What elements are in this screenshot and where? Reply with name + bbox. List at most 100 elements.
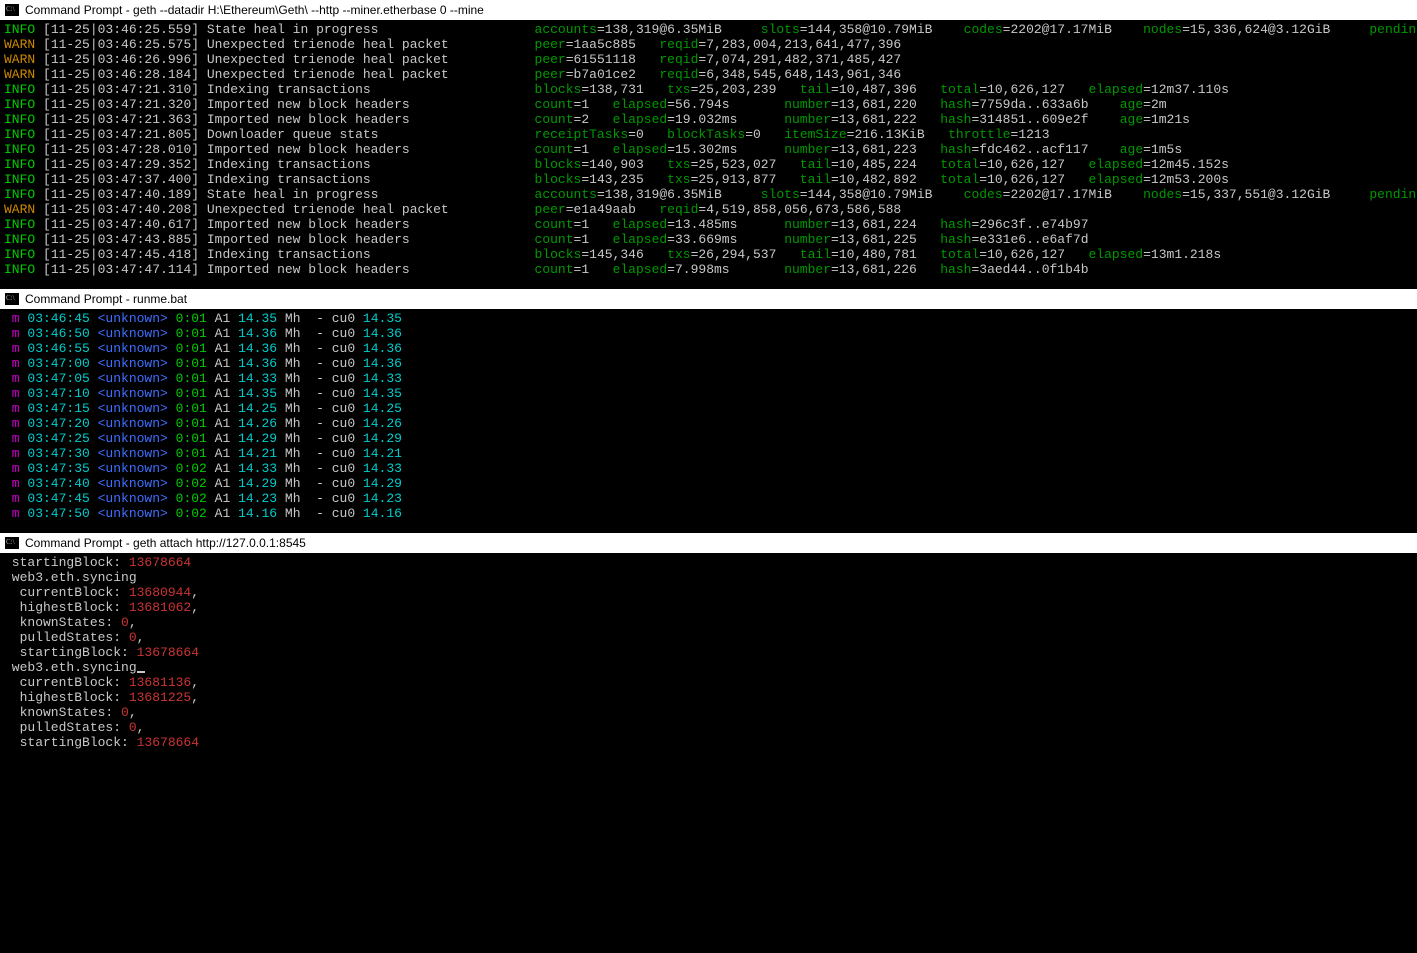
- equals: =: [667, 142, 675, 157]
- log-key: total: [940, 247, 979, 262]
- result-key: currentBlock:: [4, 675, 129, 690]
- result-value: 13678664: [137, 645, 199, 660]
- equals: =: [1182, 22, 1190, 37]
- log-value: 19.032ms: [675, 112, 784, 127]
- log-message: Unexpected trienode heal packet: [207, 67, 535, 82]
- terminal-miner[interactable]: m 03:46:45 <unknown> 0:01 A1 14.35 Mh - …: [0, 309, 1417, 523]
- miner-token: <unknown>: [98, 326, 176, 341]
- miner-token: - cu0: [308, 476, 363, 491]
- equals: =: [831, 82, 839, 97]
- log-line: WARN [11-25|03:46:26.996] Unexpected tri…: [4, 52, 1413, 67]
- log-key: hash: [940, 142, 971, 157]
- miner-token: - cu0: [308, 386, 363, 401]
- result-key: highestBlock:: [4, 690, 129, 705]
- log-value: 10,626,127: [987, 157, 1088, 172]
- miner-token: m: [4, 461, 27, 476]
- miner-token: <unknown>: [98, 461, 176, 476]
- log-value: e331e6..e6af7d: [979, 232, 1104, 247]
- log-value: 138,731: [589, 82, 667, 97]
- log-key: tail: [800, 247, 831, 262]
- miner-token: Mh: [277, 506, 308, 521]
- log-line: WARN [11-25|03:47:40.208] Unexpected tri…: [4, 202, 1413, 217]
- comma: ,: [191, 585, 199, 600]
- log-value: 61551118: [574, 52, 660, 67]
- equals: =: [581, 157, 589, 172]
- miner-token: 0:01: [176, 386, 207, 401]
- miner-token: 14.36: [363, 326, 402, 341]
- miner-token: 0:02: [176, 506, 207, 521]
- log-message: Imported new block headers: [207, 262, 535, 277]
- miner-token: 14.25: [238, 401, 277, 416]
- miner-token: m: [4, 476, 27, 491]
- log-value: 10,487,396: [839, 82, 940, 97]
- log-value: 13,681,223: [839, 142, 940, 157]
- log-level: INFO: [4, 172, 35, 187]
- terminal-geth-node[interactable]: INFO [11-25|03:46:25.559] State heal in …: [0, 20, 1417, 279]
- miner-line: m 03:47:40 <unknown> 0:02 A1 14.29 Mh - …: [4, 476, 1413, 491]
- log-key: number: [784, 262, 831, 277]
- equals: =: [1143, 172, 1151, 187]
- log-value: 145,346: [589, 247, 667, 262]
- cmd-icon: [5, 537, 19, 549]
- log-value: 216.13KiB: [854, 127, 948, 142]
- log-value: 4,519,858,056,673,586,588: [706, 202, 940, 217]
- console-line: knownStates: 0,: [4, 705, 1413, 720]
- miner-token: 03:47:40: [27, 476, 97, 491]
- log-value: 56.794s: [675, 97, 784, 112]
- log-key: txs: [667, 157, 690, 172]
- equals: =: [979, 172, 987, 187]
- log-value: 1m21s: [1151, 112, 1198, 127]
- log-value: b7a01ce2: [574, 67, 660, 82]
- equals: =: [745, 127, 753, 142]
- log-line: INFO [11-25|03:47:21.363] Imported new b…: [4, 112, 1413, 127]
- miner-token: - cu0: [308, 431, 363, 446]
- log-key: reqid: [659, 202, 698, 217]
- repl-command: web3.eth.syncing: [4, 570, 137, 585]
- log-message: Downloader queue stats: [207, 127, 535, 142]
- log-timestamp: [11-25|03:47:21.320]: [35, 97, 207, 112]
- miner-token: - cu0: [308, 416, 363, 431]
- log-value: 144,358@10.79MiB: [808, 187, 964, 202]
- repl-command: web3.eth.syncing: [4, 660, 137, 675]
- log-line: INFO [11-25|03:47:45.418] Indexing trans…: [4, 247, 1413, 262]
- miner-token: Mh: [277, 326, 308, 341]
- log-key: slots: [761, 187, 800, 202]
- log-key: hash: [940, 217, 971, 232]
- log-key: tail: [800, 82, 831, 97]
- miner-token: - cu0: [308, 326, 363, 341]
- miner-token: 03:47:25: [27, 431, 97, 446]
- log-key: number: [784, 232, 831, 247]
- log-value: 13,681,222: [839, 112, 940, 127]
- equals: =: [566, 37, 574, 52]
- miner-token: Mh: [277, 476, 308, 491]
- miner-token: m: [4, 386, 27, 401]
- titlebar-geth-node[interactable]: Command Prompt - geth --datadir H:\Ether…: [0, 0, 1417, 20]
- miner-token: 14.36: [238, 341, 277, 356]
- miner-token: 0:02: [176, 461, 207, 476]
- terminal-geth-attach[interactable]: startingBlock: 13678664 web3.eth.syncing…: [0, 553, 1417, 752]
- miner-token: - cu0: [308, 356, 363, 371]
- titlebar-geth-attach[interactable]: Command Prompt - geth attach http://127.…: [0, 533, 1417, 553]
- log-key: elapsed: [1089, 82, 1144, 97]
- equals: =: [831, 157, 839, 172]
- log-timestamp: [11-25|03:46:25.575]: [35, 37, 207, 52]
- log-message: Unexpected trienode heal packet: [207, 37, 535, 52]
- log-key: blocks: [535, 172, 582, 187]
- equals: =: [1143, 82, 1151, 97]
- result-value: 0: [121, 705, 129, 720]
- miner-token: 0:01: [176, 311, 207, 326]
- result-key: startingBlock:: [4, 735, 137, 750]
- title-text: Command Prompt - geth attach http://127.…: [25, 536, 306, 550]
- miner-token: 14.25: [363, 401, 402, 416]
- console-line: startingBlock: 13678664: [4, 555, 1413, 570]
- log-key: nodes: [1143, 187, 1182, 202]
- log-value: 1213: [1018, 127, 1057, 142]
- miner-token: m: [4, 491, 27, 506]
- result-key: knownStates:: [4, 615, 121, 630]
- log-key: blocks: [535, 82, 582, 97]
- log-level: INFO: [4, 262, 35, 277]
- titlebar-miner[interactable]: Command Prompt - runme.bat: [0, 289, 1417, 309]
- comma: ,: [137, 720, 145, 735]
- log-line: INFO [11-25|03:47:21.310] Indexing trans…: [4, 82, 1413, 97]
- log-timestamp: [11-25|03:47:45.418]: [35, 247, 207, 262]
